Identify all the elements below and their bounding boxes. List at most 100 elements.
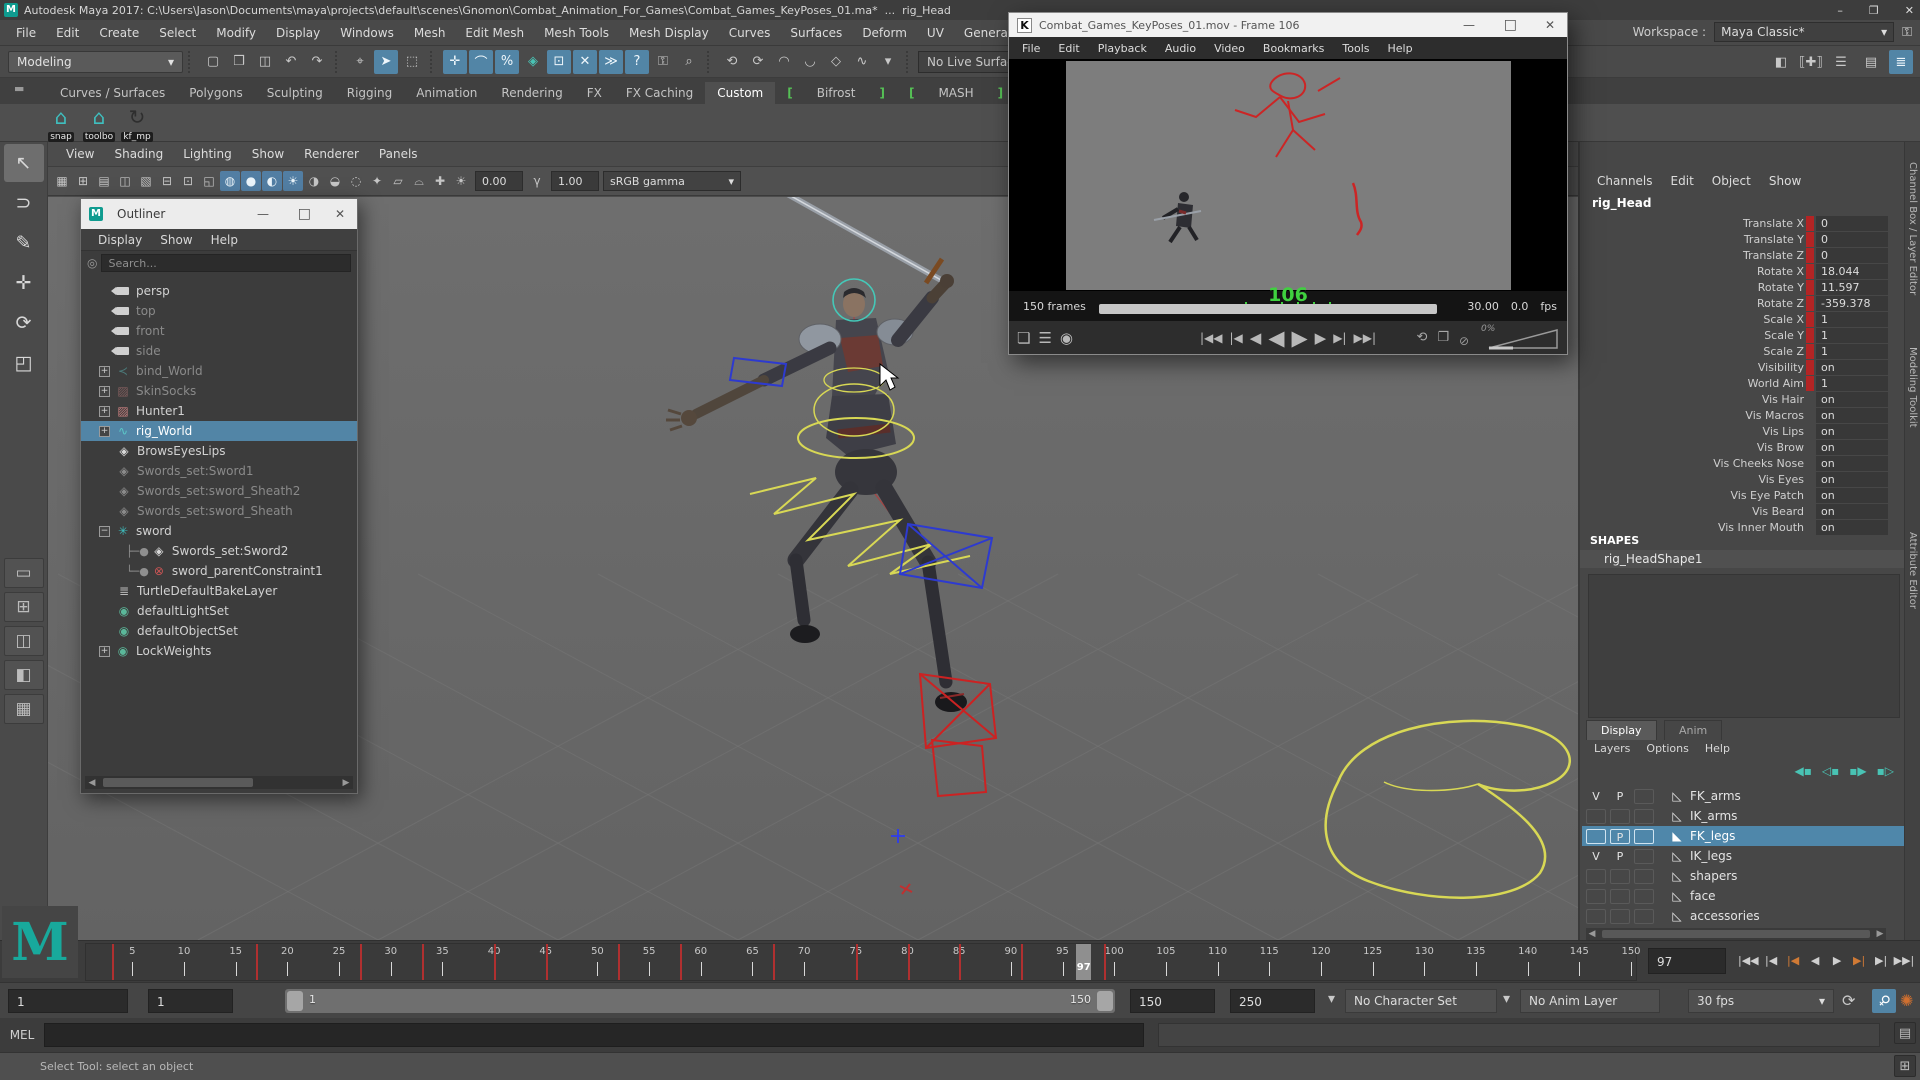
shelf-tab-custom[interactable]: Custom — [705, 82, 775, 104]
lock-selection-icon[interactable]: ⚿ — [651, 50, 675, 74]
layer-playback-toggle[interactable]: P — [1610, 849, 1630, 864]
grid-toggle-icon[interactable]: ⊞ — [73, 171, 93, 191]
collapse-icon[interactable]: − — [99, 526, 110, 537]
animation-start-field[interactable]: 1 — [8, 989, 128, 1013]
textured-icon[interactable]: ◐ — [262, 171, 282, 191]
snap-menu-icon[interactable]: ▦ — [52, 171, 72, 191]
channel-value-field[interactable]: 1 — [1816, 344, 1888, 359]
output-connections-icon[interactable]: ⟳ — [746, 50, 770, 74]
outliner-window[interactable]: M Outliner — □ ✕ DisplayShowHelp ◎ Searc… — [80, 198, 358, 794]
channel-row-vis-hair[interactable]: Vis Hairon — [1580, 392, 1906, 408]
history-diamond-icon[interactable]: ◇ — [824, 50, 848, 74]
outliner-item-defaultobjectset[interactable]: ◉defaultObjectSet — [81, 621, 357, 641]
command-language-toggle[interactable]: MEL — [0, 1028, 44, 1042]
scale-tool[interactable]: ◰ — [4, 344, 44, 382]
layer-visibility-toggle[interactable] — [1586, 889, 1606, 904]
outliner-item-sword-parentconstraint1[interactable]: └─●⊗sword_parentConstraint1 — [81, 561, 357, 581]
outliner-minimize-button[interactable]: — — [257, 199, 269, 229]
gate-mask-icon[interactable]: ▧ — [136, 171, 156, 191]
panel-menu-item-view[interactable]: View — [56, 147, 104, 161]
select-hierarchy-icon[interactable]: ⌖ — [348, 50, 372, 74]
auto-keyframe-toggle[interactable]: ♀ — [1872, 989, 1896, 1013]
character-set-dropdown[interactable]: No Character Set — [1345, 989, 1497, 1013]
snap-center-icon[interactable]: ◈ — [521, 50, 545, 74]
go-to-start-button[interactable]: |◀◀ — [1738, 946, 1759, 974]
player-minimize-button[interactable]: — — [1463, 13, 1475, 37]
menu-item-edit-mesh[interactable]: Edit Mesh — [455, 26, 534, 40]
make-live-icon[interactable]: ⊡ — [547, 50, 571, 74]
scroll-left-icon[interactable]: ◀ — [85, 778, 99, 788]
outliner-item-bind-world[interactable]: +≺bind_World — [81, 361, 357, 381]
safe-title-icon[interactable]: ◱ — [199, 171, 219, 191]
move-layer-up-icon[interactable]: ◀▪ — [1795, 764, 1812, 778]
channel-row-scale-z[interactable]: Scale Z1 — [1580, 344, 1906, 360]
layer-visibility-toggle[interactable]: V — [1586, 789, 1606, 804]
multisample-icon[interactable]: ✦ — [367, 171, 387, 191]
lasso-tool[interactable]: ⊃ — [4, 184, 44, 222]
layer-extra-toggle[interactable] — [1634, 809, 1654, 824]
script-editor-icon[interactable]: ▤ — [1894, 1022, 1916, 1044]
select-component-icon[interactable]: ⬚ — [400, 50, 424, 74]
shelf-tab-fx[interactable]: FX — [575, 82, 614, 104]
layer-visibility-toggle[interactable] — [1586, 909, 1606, 924]
layer-row-shapers[interactable]: ◺shapers — [1582, 866, 1906, 886]
layer-playback-toggle[interactable] — [1610, 869, 1630, 884]
channel-menu-channels[interactable]: Channels — [1590, 174, 1660, 188]
range-start-handle[interactable] — [287, 991, 303, 1011]
current-frame-field[interactable]: 97 — [1648, 948, 1726, 974]
play-backward-button[interactable]: ◀ — [1268, 326, 1284, 350]
outliner-item-browseyeslips[interactable]: ◈BrowsEyesLips — [81, 441, 357, 461]
menu-item-mesh[interactable]: Mesh — [404, 26, 456, 40]
shelf-tab-rendering[interactable]: Rendering — [489, 82, 574, 104]
panel-menu-item-renderer[interactable]: Renderer — [294, 147, 369, 161]
playback-loop-icon[interactable]: ⟳ — [1842, 991, 1855, 1010]
mute-icon[interactable]: ⊘ — [1459, 334, 1469, 348]
outliner-item-rig-world[interactable]: +∿rig_World — [81, 421, 357, 441]
channel-menu-edit[interactable]: Edit — [1664, 174, 1701, 188]
move-layer-down-icon[interactable]: ◁▪ — [1822, 764, 1839, 778]
highlight-selection-icon[interactable]: ⌕ — [677, 50, 701, 74]
shadows-icon[interactable]: ◑ — [304, 171, 324, 191]
anim-layer-dropdown[interactable]: No Anim Layer — [1520, 989, 1660, 1013]
outliner-item-top[interactable]: top — [81, 301, 357, 321]
window-minimize-button[interactable]: – — [1837, 4, 1843, 17]
channel-value-field[interactable]: on — [1816, 488, 1888, 503]
layer-visibility-toggle[interactable]: V — [1586, 849, 1606, 864]
layout-four-pane[interactable]: ⊞ — [4, 592, 44, 622]
channel-value-field[interactable]: 0 — [1816, 232, 1888, 247]
wireframe-icon[interactable]: ◍ — [220, 171, 240, 191]
exposure-field[interactable]: 0.00 — [475, 171, 523, 191]
outliner-item-swords-set-sword2[interactable]: ├─●◈Swords_set:Sword2 — [81, 541, 357, 561]
channel-value-field[interactable]: 18.044 — [1816, 264, 1888, 279]
channel-row-vis-eyes[interactable]: Vis Eyeson — [1580, 472, 1906, 488]
scroll-left-icon[interactable]: ◀ — [1586, 929, 1598, 939]
menu-item-select[interactable]: Select — [149, 26, 206, 40]
outliner-maximize-button[interactable]: □ — [298, 199, 311, 229]
playback-end-field[interactable]: 150 — [1130, 989, 1215, 1013]
history-caret-icon[interactable]: ▾ — [876, 50, 900, 74]
outliner-h-scrollbar[interactable]: ◀ ▶ — [85, 776, 353, 789]
side-tab-attribute-editor[interactable]: Attribute Editor — [1907, 532, 1918, 609]
panel-menu-item-show[interactable]: Show — [242, 147, 294, 161]
menu-item-uv[interactable]: UV — [917, 26, 954, 40]
movie-player-window[interactable]: K Combat_Games_KeyPoses_01.mov - Frame 1… — [1008, 12, 1568, 355]
step-back-frame-button[interactable]: |◀ — [1784, 946, 1803, 974]
paint-select-tool[interactable]: ✎ — [4, 224, 44, 262]
outliner-title-bar[interactable]: M Outliner — □ ✕ — [81, 199, 357, 229]
channel-value-field[interactable]: 1 — [1816, 328, 1888, 343]
go-to-end-button[interactable]: ▶▶| — [1894, 946, 1915, 974]
channel-value-field[interactable]: on — [1816, 440, 1888, 455]
color-management-dropdown[interactable]: sRGB gamma▾ — [603, 171, 741, 191]
range-end-handle[interactable] — [1097, 991, 1113, 1011]
player-scrubber[interactable] — [1099, 304, 1437, 314]
animation-preferences-icon[interactable]: ✺ — [1900, 991, 1913, 1010]
channel-box-object-name[interactable]: rig_Head — [1592, 196, 1652, 210]
channel-value-field[interactable]: on — [1816, 392, 1888, 407]
motion-blur-icon[interactable]: ◌ — [346, 171, 366, 191]
outliner-item-front[interactable]: front — [81, 321, 357, 341]
channel-row-world-aim[interactable]: World Aim1 — [1580, 376, 1906, 392]
outliner-item-defaultlightset[interactable]: ◉defaultLightSet — [81, 601, 357, 621]
player-menu-audio[interactable]: Audio — [1156, 42, 1205, 55]
snap-viewplane-icon[interactable]: ≫ — [599, 50, 623, 74]
redo-icon[interactable]: ↷ — [305, 50, 329, 74]
